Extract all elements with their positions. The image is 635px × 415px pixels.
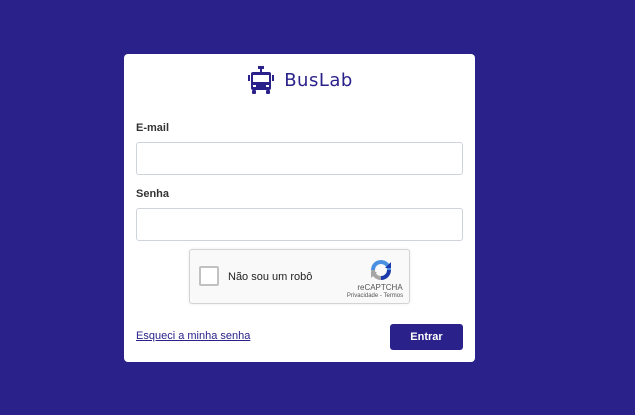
recaptcha-checkbox[interactable] bbox=[199, 266, 219, 286]
email-field[interactable] bbox=[136, 142, 463, 175]
recaptcha-brand: reCAPTCHA bbox=[357, 283, 403, 292]
password-field[interactable] bbox=[136, 208, 463, 241]
login-button[interactable]: Entrar bbox=[390, 324, 463, 350]
bus-icon bbox=[248, 66, 275, 94]
password-label: Senha bbox=[136, 188, 170, 200]
brand-name: BusLab bbox=[284, 69, 353, 91]
login-card: BusLab E-mail Senha Não sou um robô reCA… bbox=[124, 54, 475, 362]
brand-header: BusLab bbox=[124, 66, 475, 94]
recaptcha-label: Não sou um robô bbox=[228, 271, 313, 283]
email-label: E-mail bbox=[136, 122, 170, 134]
recaptcha-links[interactable]: Privacidade - Termos bbox=[340, 293, 410, 299]
recaptcha-logo-icon bbox=[371, 260, 391, 280]
forgot-password-link[interactable]: Esqueci a minha senha bbox=[136, 330, 250, 342]
recaptcha-widget: Não sou um robô reCAPTCHA Privacidade - … bbox=[189, 249, 410, 304]
